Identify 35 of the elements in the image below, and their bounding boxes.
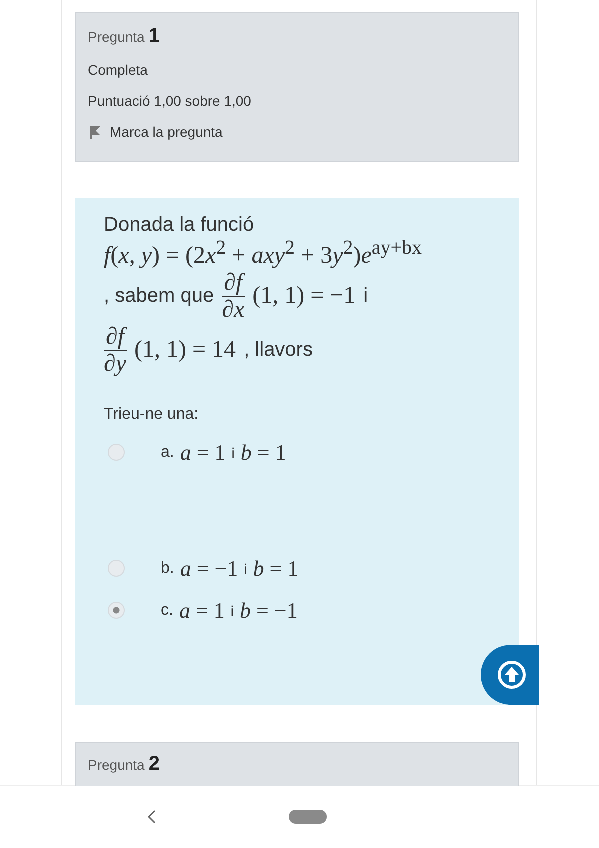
question-text: , llavors: [244, 339, 313, 362]
flag-question-link[interactable]: Marca la pregunta: [110, 124, 223, 140]
question-text: , sabem que: [104, 285, 214, 308]
question-number: 2: [148, 753, 160, 776]
fraction: ∂f ∂x: [222, 270, 245, 324]
question-label: Pregunta: [88, 29, 145, 45]
question-state: Completa: [88, 62, 149, 78]
flag-icon[interactable]: [88, 125, 102, 139]
math-formula: f(x, y) = (2x$^{2}$ + axy$^{2}$ + 3y$^{2}$)e$^{ay+bx}$: [104, 237, 424, 270]
option-text: i: [232, 444, 235, 461]
option-text: i: [230, 602, 234, 619]
question-text: i: [364, 285, 368, 308]
prompt-text: Trieu-ne una:: [104, 406, 200, 424]
math-formula: b = 1: [240, 440, 286, 466]
math-formula: (1, 1) = −1: [252, 283, 356, 310]
radio-button[interactable]: [108, 444, 125, 462]
option-letter: b.: [161, 560, 174, 578]
question-grade: Puntuació 1,00 sobre 1,00: [88, 93, 252, 109]
math-formula: b = 1: [253, 556, 299, 582]
math-formula: (1, 1) = 14: [134, 337, 236, 364]
radio-button[interactable]: [108, 602, 125, 620]
math-formula: a = 1: [179, 598, 225, 624]
option-letter: a.: [161, 444, 174, 462]
radio-button[interactable]: [108, 560, 125, 578]
math-formula: b = −1: [240, 598, 298, 624]
fraction: ∂f ∂y: [104, 324, 127, 378]
question-number: 1: [148, 25, 160, 48]
question-label: Pregunta: [88, 757, 145, 773]
home-button[interactable]: [289, 810, 327, 824]
option-text: i: [244, 560, 248, 577]
question-text: Donada la funció: [104, 214, 256, 237]
option-letter: c.: [161, 602, 174, 620]
math-formula: a = −1: [180, 556, 238, 582]
math-formula: a = 1: [180, 440, 226, 466]
back-icon[interactable]: [147, 809, 157, 825]
